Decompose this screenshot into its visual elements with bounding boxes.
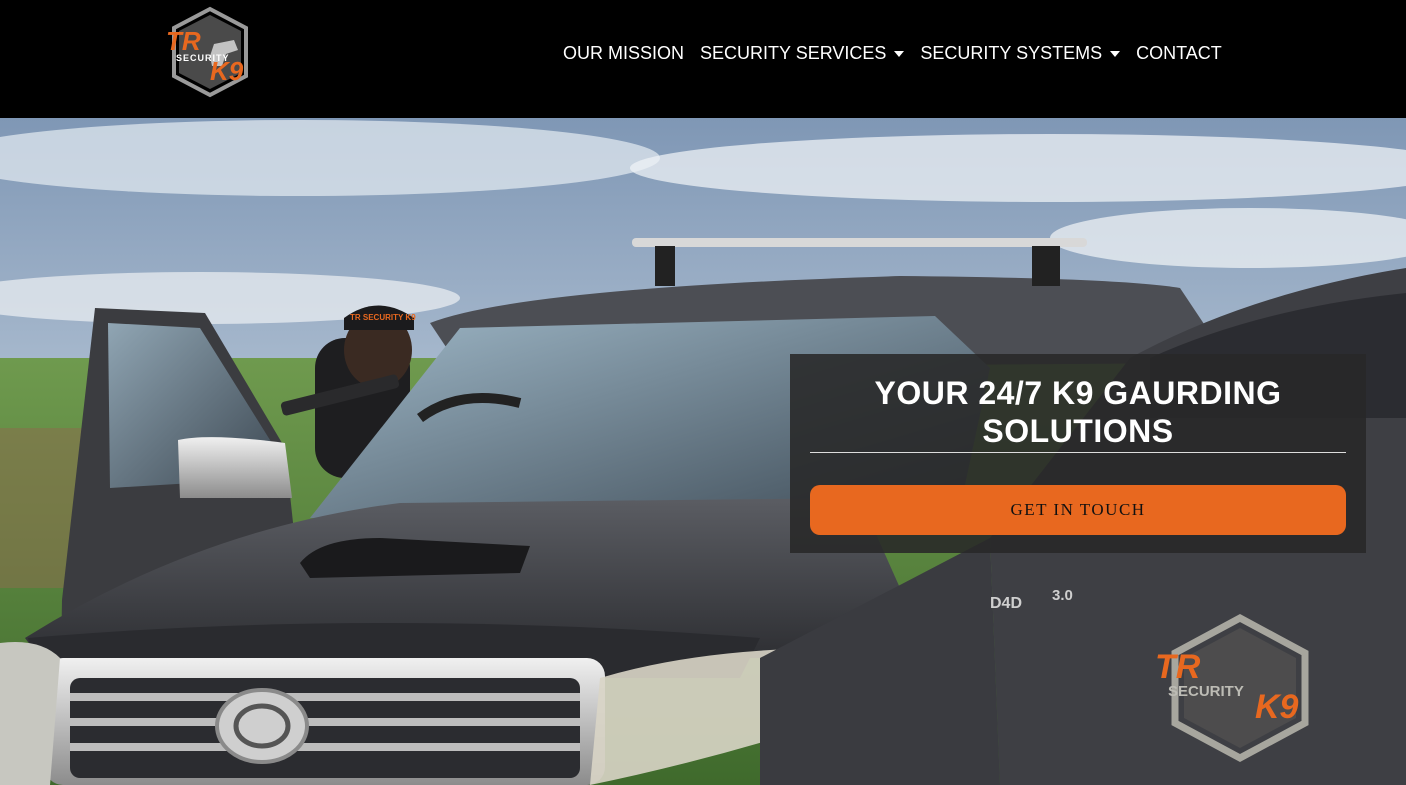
hero-callout: YOUR 24/7 K9 GAURDING SOLUTIONS GET IN T… bbox=[790, 354, 1366, 553]
svg-text:TR: TR bbox=[166, 26, 201, 56]
get-in-touch-button[interactable]: GET IN TOUCH bbox=[810, 485, 1346, 535]
hero-divider bbox=[810, 452, 1346, 453]
hero-heading: YOUR 24/7 K9 GAURDING SOLUTIONS bbox=[874, 375, 1282, 449]
nav-label: SECURITY SYSTEMS bbox=[920, 42, 1103, 63]
caret-down-icon bbox=[1110, 51, 1121, 57]
brand-logo[interactable]: TR SECURITY K9 bbox=[164, 6, 258, 98]
svg-text:3.0: 3.0 bbox=[1052, 587, 1073, 604]
nav-security-systems[interactable]: SECURITY SYSTEMS bbox=[912, 43, 1128, 64]
svg-text:TR: TR bbox=[1155, 648, 1201, 686]
svg-text:TR SECURITY K9: TR SECURITY K9 bbox=[350, 313, 416, 322]
svg-text:SECURITY: SECURITY bbox=[1168, 683, 1244, 700]
svg-text:K9: K9 bbox=[1255, 688, 1299, 726]
svg-text:K9: K9 bbox=[210, 56, 244, 86]
nav-our-mission[interactable]: OUR MISSION bbox=[555, 43, 692, 64]
hero-section: TR SECURITY K9 D4D 3.0 TR SECURITY K9 YO… bbox=[0, 118, 1406, 785]
main-nav: OUR MISSION SECURITY SERVICES SECURITY S… bbox=[555, 40, 1230, 66]
nav-label: CONTACT bbox=[1136, 42, 1222, 63]
nav-label: OUR MISSION bbox=[563, 42, 685, 63]
nav-label: SECURITY SERVICES bbox=[700, 42, 887, 63]
nav-security-services[interactable]: SECURITY SERVICES bbox=[692, 43, 912, 64]
svg-text:D4D: D4D bbox=[990, 595, 1022, 612]
caret-down-icon bbox=[894, 51, 905, 57]
nav-contact[interactable]: CONTACT bbox=[1128, 43, 1230, 64]
navbar: TR SECURITY K9 OUR MISSION SECURITY SERV… bbox=[0, 0, 1406, 118]
